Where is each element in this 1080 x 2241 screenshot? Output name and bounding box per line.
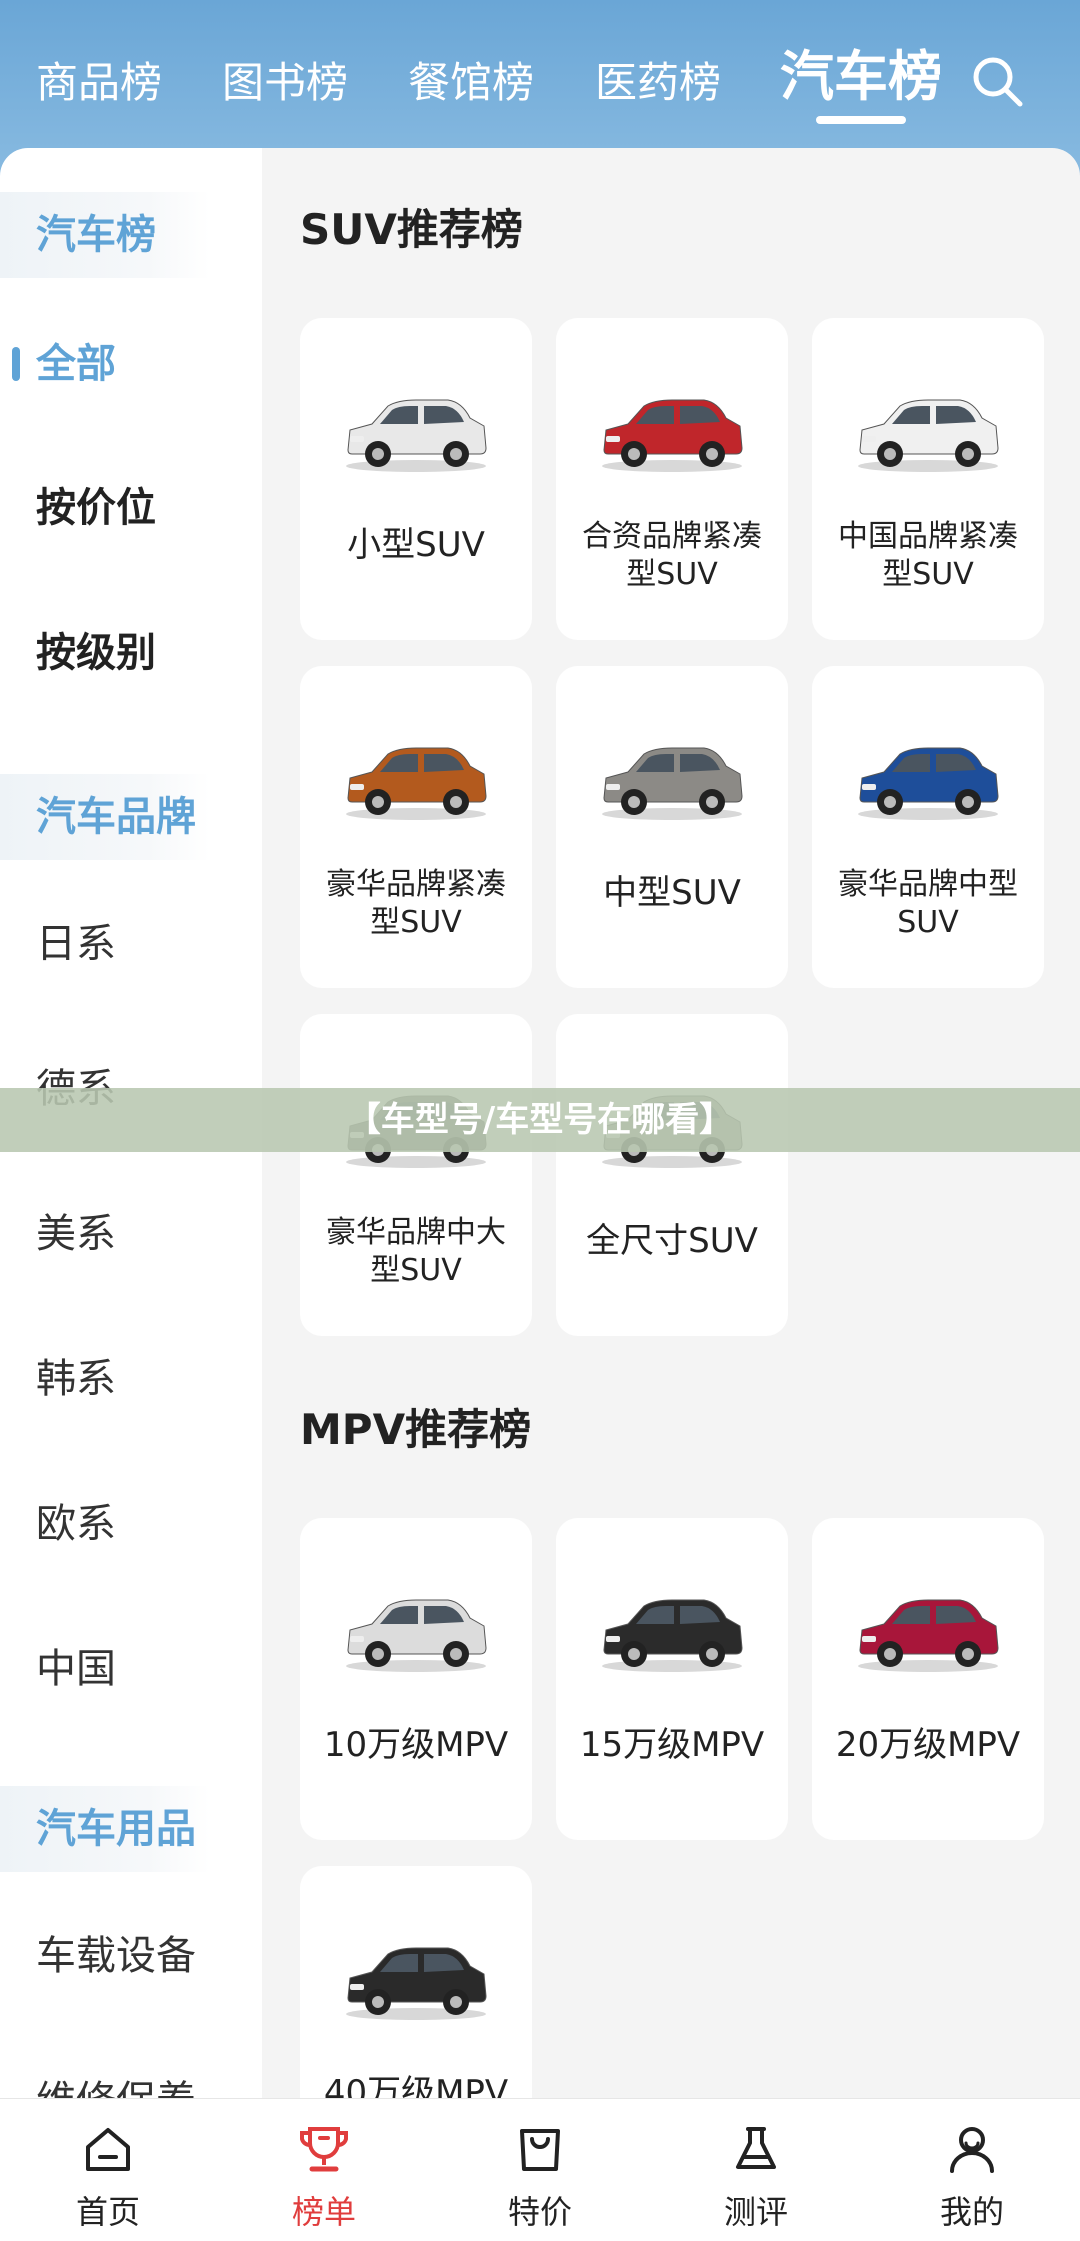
car-silhouette xyxy=(602,747,743,820)
card-label: 15万级MPV xyxy=(579,1725,765,1765)
suv-card-midsize[interactable]: 中型SUV xyxy=(556,666,788,988)
car-image xyxy=(602,1599,743,1672)
car-image xyxy=(858,399,999,472)
nav-home[interactable]: 首页 xyxy=(0,2099,216,2241)
car-silhouette xyxy=(602,399,743,472)
active-item-marker xyxy=(12,347,20,381)
mpv-section-title: MPV推荐榜 xyxy=(300,1405,532,1454)
home-icon xyxy=(86,2128,130,2171)
tab-books[interactable]: 图书榜 xyxy=(222,48,348,118)
suv-card-luxury-large[interactable]: 豪华品牌中大型SUV xyxy=(300,1014,532,1336)
search-icon[interactable] xyxy=(968,52,1028,112)
nav-label: 榜单 xyxy=(291,2193,356,2231)
car-silhouette xyxy=(346,1947,487,2020)
card-label: 小型SUV xyxy=(347,525,485,565)
sidebar-item-by-class[interactable]: 按级别 xyxy=(0,610,262,696)
category-tabs: 商品榜 图书榜 餐馆榜 医药榜 汽车榜 xyxy=(0,45,1080,128)
mpv-card-100k[interactable]: 10万级MPV xyxy=(300,1518,532,1840)
title-banner: 【车型号/车型号在哪看】 xyxy=(0,1088,1080,1152)
car-silhouette xyxy=(346,1599,487,1672)
sidebar-item-chinese[interactable]: 中国 xyxy=(0,1626,262,1712)
card-label: 中国品牌紧凑型SUV xyxy=(838,519,1018,592)
car-silhouette xyxy=(346,399,487,472)
sidebar-item-maintenance[interactable]: 维修保养 xyxy=(0,2058,262,2098)
card-label: 全尺寸SUV xyxy=(586,1221,758,1261)
tab-restaurants[interactable]: 餐馆榜 xyxy=(408,48,534,118)
card-label: 豪华品牌中型SUV xyxy=(838,867,1018,940)
car-silhouette xyxy=(346,747,487,820)
sidebar-item-in-car-devices[interactable]: 车载设备 xyxy=(0,1913,262,1999)
sidebar-item-by-price[interactable]: 按价位 xyxy=(0,465,262,551)
shopping-bag-icon xyxy=(520,2129,560,2171)
user-icon xyxy=(950,2127,994,2173)
sidebar-item-american[interactable]: 美系 xyxy=(0,1191,262,1277)
sidebar-item-japanese[interactable]: 日系 xyxy=(0,901,262,987)
tab-products[interactable]: 商品榜 xyxy=(36,48,162,118)
nav-label: 测评 xyxy=(723,2193,788,2231)
sidebar-item-korean[interactable]: 韩系 xyxy=(0,1336,262,1422)
flask-icon xyxy=(736,2127,776,2169)
mpv-card-200k[interactable]: 20万级MPV xyxy=(812,1518,1044,1840)
nav-rankings[interactable]: 榜单 xyxy=(216,2099,432,2241)
card-label: 20万级MPV xyxy=(835,1725,1021,1765)
suv-card-luxury-compact[interactable]: 豪华品牌紧凑型SUV xyxy=(300,666,532,988)
car-image xyxy=(346,747,487,820)
nav-label: 我的 xyxy=(939,2193,1004,2231)
car-silhouette xyxy=(858,1599,999,1672)
sidebar-section-car-accessories: 汽车用品 xyxy=(0,1786,210,1872)
card-label: 豪华品牌中大型SUV xyxy=(326,1215,506,1288)
suv-card-cn-compact[interactable]: 中国品牌紧凑型SUV xyxy=(812,318,1044,640)
bottom-navigation: 首页 榜单 特价 测评 我的 xyxy=(0,2098,1080,2241)
car-image xyxy=(346,399,487,472)
car-silhouette xyxy=(858,747,999,820)
car-image xyxy=(602,399,743,472)
nav-profile[interactable]: 我的 xyxy=(864,2099,1080,2241)
sidebar-section-car-rankings: 汽车榜 xyxy=(0,192,210,278)
car-silhouette xyxy=(602,1599,743,1672)
car-image xyxy=(346,1599,487,1672)
car-image xyxy=(858,1599,999,1672)
trophy-icon xyxy=(300,2127,348,2172)
car-image xyxy=(346,1947,487,2020)
car-image xyxy=(602,747,743,820)
tab-medicine[interactable]: 医药榜 xyxy=(595,48,721,118)
card-label: 10万级MPV xyxy=(323,1725,509,1765)
sidebar-item-label: 全部 xyxy=(36,341,116,387)
sidebar-item-european[interactable]: 欧系 xyxy=(0,1481,262,1567)
card-label: 中型SUV xyxy=(603,873,741,913)
nav-reviews[interactable]: 测评 xyxy=(648,2099,864,2241)
mpv-card-150k[interactable]: 15万级MPV xyxy=(556,1518,788,1840)
suv-card-luxury-midsize[interactable]: 豪华品牌中型SUV xyxy=(812,666,1044,988)
tab-cars-label: 汽车榜 xyxy=(780,45,942,108)
sidebar-item-all[interactable]: 全部 xyxy=(0,321,262,407)
nav-label: 特价 xyxy=(507,2193,572,2231)
suv-card-full-size[interactable]: 全尺寸SUV xyxy=(556,1014,788,1336)
active-tab-indicator xyxy=(816,116,906,124)
suv-card-small[interactable]: 小型SUV xyxy=(300,318,532,640)
tab-cars[interactable]: 汽车榜 xyxy=(780,42,942,124)
car-silhouette xyxy=(858,399,999,472)
card-label: 豪华品牌紧凑型SUV xyxy=(326,867,506,940)
nav-label: 首页 xyxy=(75,2193,140,2231)
suv-card-jv-compact[interactable]: 合资品牌紧凑型SUV xyxy=(556,318,788,640)
suv-section-title: SUV推荐榜 xyxy=(300,205,523,254)
car-image xyxy=(858,747,999,820)
sidebar-section-car-brands: 汽车品牌 xyxy=(0,774,210,860)
nav-deals[interactable]: 特价 xyxy=(432,2099,648,2241)
card-label: 合资品牌紧凑型SUV xyxy=(582,519,762,592)
